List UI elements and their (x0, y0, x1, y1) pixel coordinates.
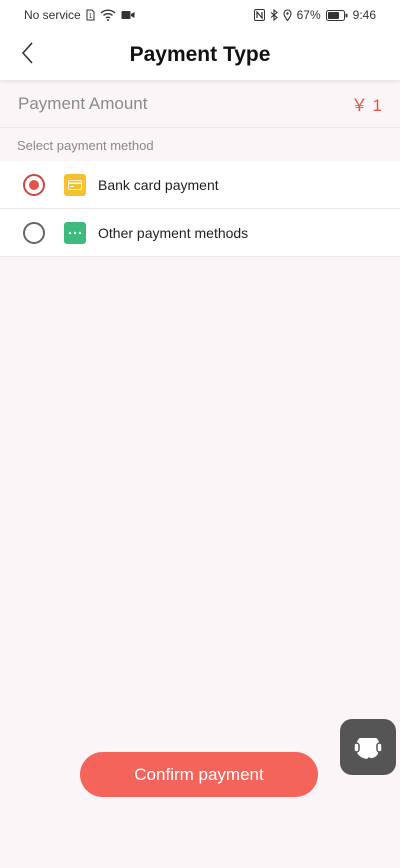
bank-card-icon (64, 173, 86, 196)
payment-method-list: Bank card payment Other payment methods (0, 161, 400, 257)
bluetooth-icon (270, 9, 278, 21)
video-icon (121, 10, 135, 20)
nfc-icon (253, 9, 265, 21)
customer-service-icon (347, 724, 389, 771)
payment-amount-label: Payment Amount (18, 93, 148, 113)
more-icon (64, 221, 86, 244)
location-icon (283, 9, 292, 21)
back-button[interactable] (12, 40, 42, 70)
payment-method-bank-card[interactable]: Bank card payment (0, 161, 400, 209)
confirm-payment-button[interactable]: Confirm payment (80, 752, 318, 797)
svg-text:1: 1 (88, 13, 92, 20)
chevron-left-icon (20, 41, 34, 70)
sim-icon: 1 (86, 9, 95, 21)
status-bar: No service 1 67% 9:46 (0, 0, 400, 30)
clock-time: 9:46 (352, 8, 376, 22)
radio-selected[interactable] (23, 173, 45, 196)
radio-dot (29, 179, 39, 190)
status-right: 67% 9:46 (253, 8, 376, 22)
payment-amount-value: ￥ 1 (350, 96, 382, 115)
battery-icon (325, 9, 348, 21)
wifi-icon (100, 9, 116, 21)
status-left: No service 1 (24, 8, 135, 22)
carrier-text: No service (24, 8, 81, 22)
payment-method-other[interactable]: Other payment methods (0, 209, 400, 257)
battery-percent: 67% (296, 8, 321, 22)
header: Payment Type (0, 30, 400, 80)
radio-unselected[interactable] (23, 221, 45, 244)
method-label: Bank card payment (98, 176, 219, 193)
select-method-label: Select payment method (17, 138, 154, 153)
method-label: Other payment methods (98, 224, 249, 241)
payment-amount-row: Payment Amount ￥ 1 (0, 80, 400, 128)
customer-service-button[interactable] (340, 719, 396, 775)
page-title: Payment Type (129, 43, 271, 66)
